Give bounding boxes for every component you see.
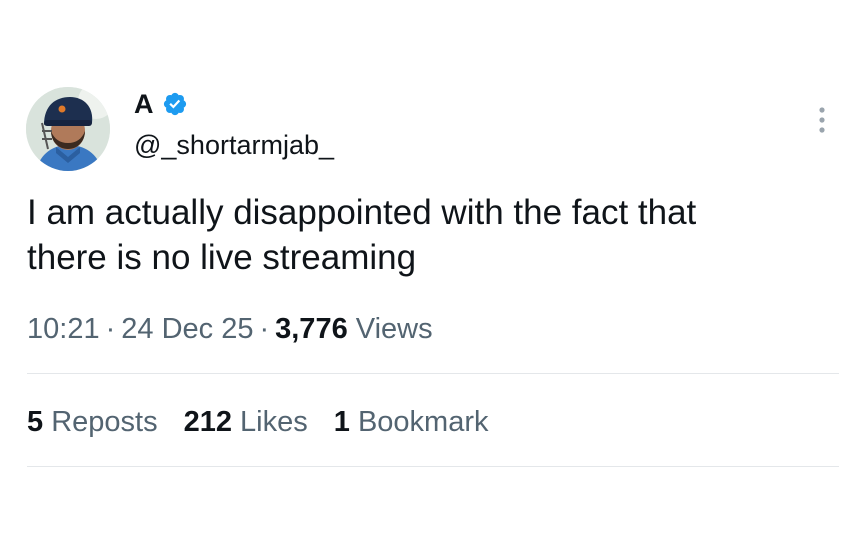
avatar[interactable]	[26, 87, 110, 171]
display-name[interactable]: A	[134, 89, 154, 119]
likes-label: Likes	[240, 406, 308, 438]
tweet-metadata: 10:21 · 24 Dec 25 · 3,776 Views	[27, 309, 433, 349]
divider	[27, 373, 839, 374]
tweet-text-line-2: there is no live streaming	[27, 238, 417, 277]
engagement-stats: 5 Reposts 212 Likes 1 Bookmark	[27, 402, 489, 442]
tweet-text-line-1: I am actually disappointed with the fact…	[27, 193, 697, 232]
reposts-stat[interactable]: 5 Reposts	[27, 402, 158, 442]
bookmarks-stat[interactable]: 1 Bookmark	[334, 402, 489, 442]
verified-badge-icon	[162, 91, 188, 117]
tweet-text: I am actually disappointed with the fact…	[27, 190, 847, 280]
tweet-date[interactable]: 24 Dec 25	[121, 313, 253, 345]
author-name-row: A	[134, 89, 188, 119]
user-handle[interactable]: @_shortarmjab_	[134, 128, 334, 162]
views-label: Views	[355, 313, 433, 345]
meta-separator: ·	[259, 313, 270, 345]
reposts-count: 5	[27, 406, 44, 438]
views-count: 3,776	[275, 313, 348, 345]
more-options-icon[interactable]	[810, 104, 834, 136]
bookmarks-count: 1	[333, 406, 350, 438]
likes-count: 212	[183, 406, 232, 438]
likes-stat[interactable]: 212 Likes	[184, 402, 308, 442]
bookmarks-label: Bookmark	[357, 406, 489, 438]
reposts-label: Reposts	[51, 406, 158, 438]
divider	[27, 466, 839, 467]
tweet-card: A @_shortarmjab_ I am actually disappoin…	[0, 0, 864, 540]
avatar-image	[26, 87, 110, 171]
tweet-time[interactable]: 10:21	[27, 313, 100, 345]
meta-separator: ·	[105, 313, 116, 345]
